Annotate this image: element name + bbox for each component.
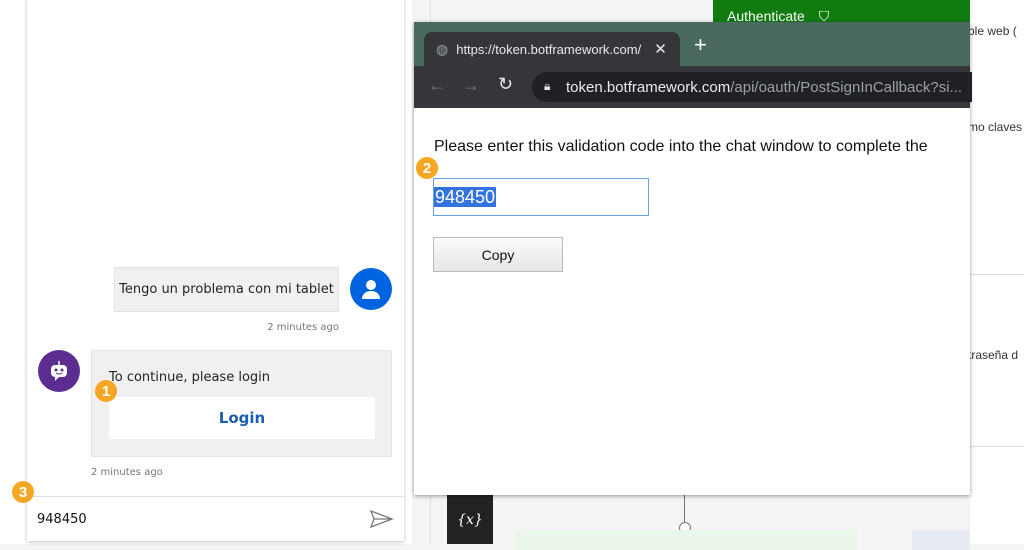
reload-icon[interactable]: ↻ bbox=[498, 74, 513, 95]
lock-icon: 🔒︎ bbox=[544, 79, 551, 93]
globe-icon: ◍ bbox=[436, 40, 449, 57]
back-icon[interactable]: ← bbox=[428, 75, 446, 96]
flow-node[interactable] bbox=[515, 530, 857, 550]
bot-message: To continue, please login bbox=[109, 370, 271, 385]
user-message: Tengo un problema con mi tablet bbox=[114, 267, 339, 312]
authenticate-node[interactable]: Authenticate ⛉ bbox=[713, 0, 970, 24]
step-badge-2: 2 bbox=[416, 157, 438, 179]
address-bar: ← → ↻ 🔒︎ token.botframework.com/api/oaut… bbox=[414, 66, 972, 108]
login-button[interactable]: Login bbox=[109, 397, 375, 439]
url-field[interactable]: 🔒︎ token.botframework.com/api/oauth/Post… bbox=[532, 72, 972, 102]
browser-tab[interactable]: ◍ https://token.botframework.com/ ✕ bbox=[424, 32, 680, 66]
step-badge-1: 1 bbox=[95, 380, 117, 402]
user-avatar bbox=[350, 268, 392, 310]
browser-window: ◍ https://token.botframework.com/ ✕ + ← … bbox=[414, 22, 972, 495]
bot-avatar bbox=[38, 350, 80, 392]
bot-timestamp: 2 minutes ago bbox=[91, 467, 163, 478]
connector-line bbox=[684, 495, 685, 523]
user-timestamp: 2 minutes ago bbox=[267, 322, 339, 333]
right-panel: ble web ( mo claves traseña d bbox=[970, 0, 1024, 544]
variables-button[interactable]: {x} bbox=[447, 495, 493, 544]
copy-button[interactable]: Copy bbox=[433, 237, 563, 272]
snippet: ble web ( bbox=[970, 24, 1017, 38]
snippet: traseña d bbox=[970, 348, 1019, 362]
validation-code-field[interactable]: 948450 bbox=[433, 178, 649, 216]
bot-icon bbox=[51, 361, 67, 381]
person-icon bbox=[362, 280, 380, 299]
chat-pane: Tengo un problema con mi tablet 2 minute… bbox=[0, 0, 412, 544]
close-tab-icon[interactable]: ✕ bbox=[654, 40, 667, 58]
send-icon[interactable] bbox=[370, 509, 394, 529]
validation-message: Please enter this validation code into t… bbox=[434, 138, 928, 155]
snippet: mo claves bbox=[970, 120, 1023, 134]
tab-bar: ◍ https://token.botframework.com/ ✕ + bbox=[414, 22, 970, 66]
new-tab-button[interactable]: + bbox=[694, 32, 707, 58]
chat-input-row: 948450 bbox=[27, 496, 404, 540]
flow-node-secondary[interactable] bbox=[912, 530, 970, 550]
chat-input[interactable]: 948450 bbox=[37, 512, 357, 527]
step-badge-3: 3 bbox=[12, 481, 34, 503]
forward-icon[interactable]: → bbox=[462, 75, 480, 96]
